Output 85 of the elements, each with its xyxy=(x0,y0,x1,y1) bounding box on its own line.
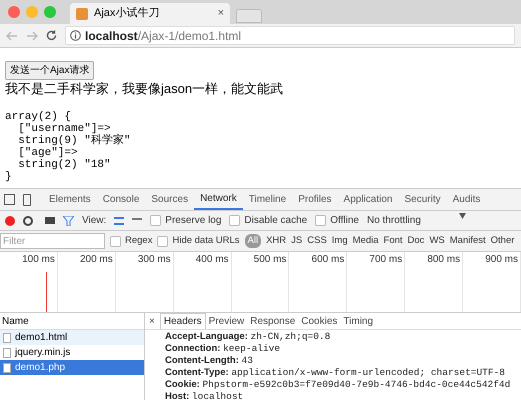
type-filter[interactable]: Doc xyxy=(408,234,424,248)
checkbox[interactable] xyxy=(315,215,326,226)
throttling-select[interactable]: No throttling xyxy=(366,213,516,228)
close-window-icon[interactable] xyxy=(8,6,20,18)
type-filter[interactable]: Other xyxy=(490,234,514,248)
devtools-tab[interactable]: Console xyxy=(96,189,146,210)
filter-icon[interactable] xyxy=(63,216,74,226)
header-line: Connection: keep-alive xyxy=(165,343,282,355)
checkbox[interactable] xyxy=(110,236,121,246)
type-filter[interactable]: XHR xyxy=(266,234,286,248)
time-tick: 100 ms xyxy=(22,253,55,267)
clear-icon[interactable] xyxy=(23,216,33,226)
devtools-tab[interactable]: Sources xyxy=(145,189,194,210)
load-marker-line xyxy=(46,272,47,312)
time-tick: 300 ms xyxy=(138,253,171,267)
forward-icon[interactable] xyxy=(26,30,38,40)
url-path: /Ajax-1/demo1.html xyxy=(138,28,242,44)
view-label: View: xyxy=(82,214,106,228)
page-message: 我不是二手科学家，我要像jason一样，能文能武 xyxy=(5,81,284,97)
option-label: Offline xyxy=(330,214,359,228)
time-tick: 600 ms xyxy=(312,253,344,267)
header-line: Accept-Language: zh-CN,zh;q=0.8 xyxy=(165,331,332,343)
maximize-window-icon[interactable] xyxy=(44,6,56,18)
close-tab-icon[interactable]: × xyxy=(218,5,224,22)
tab-title: Ajax小试牛刀 xyxy=(94,6,160,22)
detail-tab[interactable]: Preview xyxy=(206,313,248,329)
type-filter[interactable]: Media xyxy=(352,234,379,248)
dump-line: ["age"]=> xyxy=(17,147,79,159)
back-icon[interactable] xyxy=(6,30,18,40)
dump-line: } xyxy=(5,171,13,183)
detail-tab[interactable]: Headers xyxy=(160,313,206,329)
dump-line: ["username"]=> xyxy=(17,123,111,135)
option-label: Hide data URLs xyxy=(172,234,240,248)
checkbox[interactable] xyxy=(229,215,240,226)
type-filter[interactable]: JS xyxy=(291,234,302,248)
dropdown-caret-icon xyxy=(459,213,466,219)
option-label: Preserve log xyxy=(165,214,222,228)
record-icon[interactable] xyxy=(5,216,15,226)
close-panel-icon[interactable]: × xyxy=(149,314,155,328)
type-filter[interactable]: CSS xyxy=(307,234,327,248)
option-label: Regex xyxy=(125,234,152,248)
request-row[interactable]: demo1.html xyxy=(0,330,144,345)
detail-tab[interactable]: Response xyxy=(247,313,298,329)
option-label: Disable cache xyxy=(244,214,308,228)
header-line: Content-Length: 43 xyxy=(165,355,254,367)
time-tick: 700 ms xyxy=(369,253,402,267)
page-favicon xyxy=(76,8,88,20)
inspect-icon[interactable] xyxy=(4,194,15,205)
list-view-icon[interactable] xyxy=(114,216,124,224)
devtools-tab[interactable]: Audits xyxy=(446,189,486,210)
detail-tab[interactable]: Cookies xyxy=(298,313,340,329)
dump-line: string(2) "18" xyxy=(17,159,112,171)
header-line: Content-Type: application/x-www-form-urlencoded; charset=UTF-8 xyxy=(165,367,506,379)
time-tick: 400 ms xyxy=(196,253,229,267)
time-tick: 900 ms xyxy=(485,253,518,267)
header-line: Cookie: Phpstorm-e592c0b3=f7e09d40-7e9b-4746-bd4c-0ce44c542f4d xyxy=(165,379,512,391)
dump-line: string(9) "科学家" xyxy=(17,135,132,147)
filter-field[interactable]: Filter xyxy=(0,233,105,249)
time-tick: 500 ms xyxy=(254,253,286,267)
checkbox[interactable] xyxy=(150,215,162,226)
time-tick: 800 ms xyxy=(427,253,460,267)
devtools-tab[interactable]: Elements xyxy=(43,189,97,210)
reload-icon[interactable] xyxy=(46,30,57,41)
devtools-tab[interactable]: Timeline xyxy=(242,189,292,210)
devtools-tab[interactable]: Security xyxy=(398,189,447,210)
new-tab-button[interactable] xyxy=(236,9,262,23)
checkbox[interactable] xyxy=(157,236,168,246)
device-icon[interactable] xyxy=(23,194,31,206)
type-filter[interactable]: Img xyxy=(332,234,348,248)
devtools-tab[interactable]: Profiles xyxy=(292,189,338,210)
type-filter[interactable]: Font xyxy=(384,234,403,248)
browser-tab[interactable]: Ajax小试牛刀 × xyxy=(70,3,230,24)
type-filter[interactable]: Manifest xyxy=(450,234,486,248)
detail-tab[interactable]: Timing xyxy=(340,313,376,329)
dump-line: array(2) { xyxy=(5,111,72,123)
url-host: localhost xyxy=(85,28,138,44)
send-ajax-button[interactable]: 发送一个Ajax请求 xyxy=(5,61,94,80)
header-line: Host: localhost xyxy=(165,391,244,400)
info-icon[interactable] xyxy=(70,30,81,41)
type-filter[interactable]: WS xyxy=(429,234,445,248)
minimize-window-icon[interactable] xyxy=(26,6,38,18)
time-tick: 200 ms xyxy=(80,253,113,267)
address-field[interactable]: localhost/Ajax-1/demo1.html xyxy=(65,26,515,45)
devtools-tab[interactable]: Application xyxy=(338,189,398,210)
request-row[interactable]: demo1.php xyxy=(0,360,144,375)
